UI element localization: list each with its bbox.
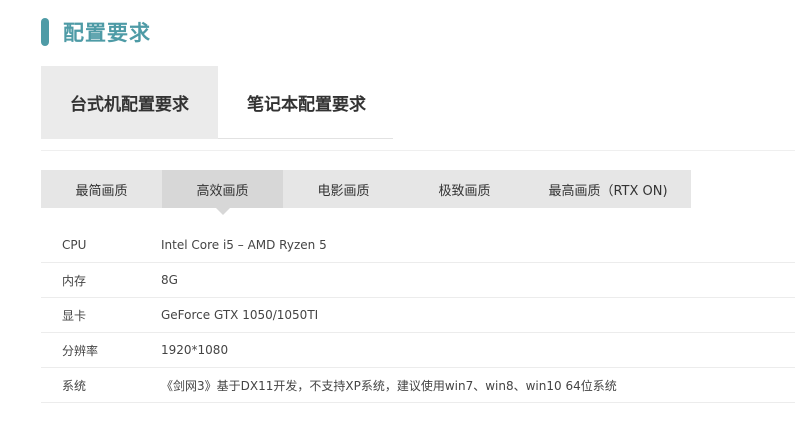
spec-table: CPU Intel Core i5 – AMD Ryzen 5 内存 8G 显卡… [41, 228, 795, 403]
tab-quality-cinematic[interactable]: 电影画质 [283, 170, 404, 208]
spec-row-cpu: CPU Intel Core i5 – AMD Ryzen 5 [41, 228, 795, 263]
spec-label: 系统 [62, 378, 87, 393]
spec-value: GeForce GTX 1050/1050TI [161, 308, 319, 322]
spec-label: 内存 [62, 273, 87, 288]
spec-label: 显卡 [62, 308, 87, 323]
section-title: 配置要求 [63, 21, 151, 45]
spec-row-memory: 内存 8G [41, 263, 795, 298]
section-accent-bar [41, 18, 49, 46]
tab-desktop-requirements[interactable]: 台式机配置要求 [41, 66, 218, 139]
tab-quality-highest-rtx[interactable]: 最高画质（RTX ON) [525, 170, 691, 208]
platform-tabs: 台式机配置要求 笔记本配置要求 [41, 66, 395, 139]
divider [41, 150, 795, 151]
spec-value: 1920*1080 [161, 343, 229, 357]
tab-laptop-requirements[interactable]: 笔记本配置要求 [218, 66, 395, 139]
tab-quality-ultimate[interactable]: 极致画质 [404, 170, 525, 208]
quality-tabs: 最简画质 高效画质 电影画质 极致画质 最高画质（RTX ON) [41, 170, 691, 215]
tab-quality-efficient[interactable]: 高效画质 [162, 170, 283, 215]
spec-value: 《剑网3》基于DX11开发，不支持XP系统，建议使用win7、win8、win1… [161, 378, 617, 393]
section-header: 配置要求 [41, 16, 151, 48]
spec-row-os: 系统 《剑网3》基于DX11开发，不支持XP系统，建议使用win7、win8、w… [41, 368, 795, 403]
spec-value: Intel Core i5 – AMD Ryzen 5 [161, 238, 327, 252]
spec-row-resolution: 分辨率 1920*1080 [41, 333, 795, 368]
tab-underline [218, 138, 393, 139]
tab-quality-minimal[interactable]: 最简画质 [41, 170, 162, 208]
spec-row-gpu: 显卡 GeForce GTX 1050/1050TI [41, 298, 795, 333]
spec-label: CPU [62, 238, 87, 252]
spec-label: 分辨率 [62, 343, 99, 358]
spec-value: 8G [161, 273, 178, 287]
